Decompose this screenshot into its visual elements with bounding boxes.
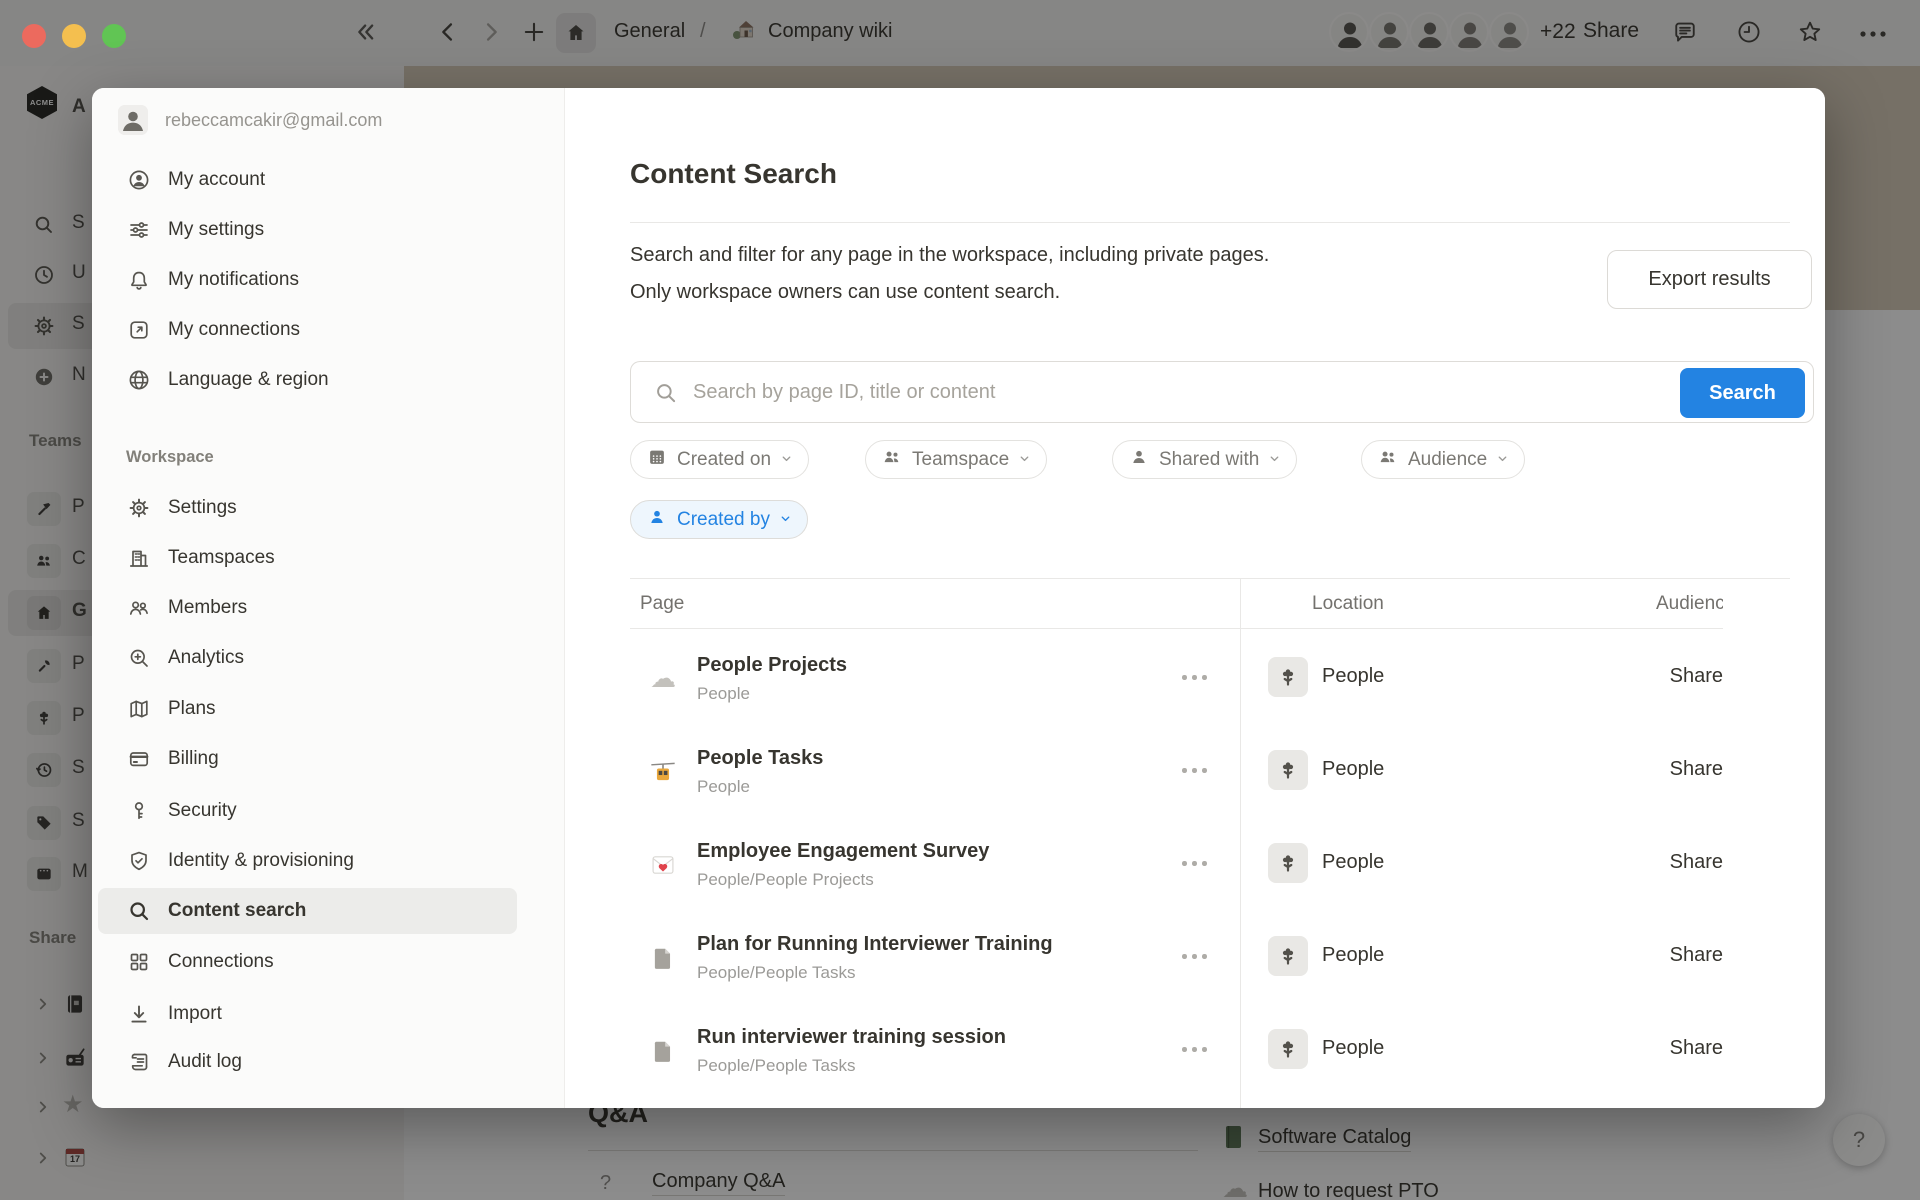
menu-item-language-region[interactable]: Language & region (92, 355, 565, 405)
filter-audience[interactable]: Audience (1361, 440, 1525, 479)
table-header-divider (630, 628, 1723, 629)
building-icon (126, 546, 152, 570)
search-button[interactable]: Search (1680, 368, 1805, 418)
column-header-audience[interactable]: Audience (1656, 593, 1723, 615)
page-title: Content Search (630, 158, 837, 190)
people-icon (881, 446, 903, 474)
chevron-down-icon (1018, 449, 1031, 471)
menu-item-identity-provisioning[interactable]: Identity & provisioning (92, 836, 565, 886)
column-header-page[interactable]: Page (640, 593, 684, 615)
chevron-down-icon (779, 509, 792, 531)
minimize-window-button[interactable] (62, 24, 86, 48)
table-row[interactable]: Employee Engagement Survey People/People… (630, 817, 1723, 910)
filter-created-on[interactable]: Created on (630, 440, 809, 479)
teamspace-flower-icon (1268, 750, 1308, 790)
search-bar: Search (630, 361, 1814, 423)
person-circle-icon (126, 168, 152, 192)
person-icon (646, 506, 668, 534)
teamspace-flower-icon (1268, 936, 1308, 976)
menu-item-plans[interactable]: Plans (92, 684, 565, 734)
table-row[interactable]: Run interviewer training session People/… (630, 1003, 1723, 1096)
table-row[interactable]: ☁ People Projects People People Share (630, 631, 1723, 724)
table-top-divider (630, 578, 1790, 579)
menu-item-audit-log[interactable]: Audit log (92, 1037, 565, 1087)
filter-created-by-active[interactable]: Created by (630, 500, 808, 539)
menu-item-my-settings[interactable]: My settings (92, 205, 565, 255)
analytics-search-icon (126, 646, 152, 670)
cloud-page-icon: ☁ (648, 664, 678, 694)
search-input[interactable] (693, 363, 1673, 421)
menu-section-workspace: Workspace (126, 448, 214, 467)
page-icon (648, 1036, 678, 1066)
screen: General / Company wiki +22 Share (0, 0, 1920, 1200)
sliders-icon (126, 218, 152, 242)
members-icon (126, 596, 152, 620)
menu-item-security[interactable]: Security (92, 786, 565, 836)
grid-icon (126, 950, 152, 974)
menu-item-content-search[interactable]: Content search (98, 888, 517, 934)
person-icon (1128, 446, 1150, 474)
account-header: rebeccamcakir@gmail.com (118, 105, 382, 135)
shield-check-icon (126, 849, 152, 873)
menu-item-billing[interactable]: Billing (92, 734, 565, 784)
close-window-button[interactable] (22, 24, 46, 48)
menu-item-import[interactable]: Import (92, 989, 565, 1039)
page-icon (648, 943, 678, 973)
content-search-panel: Content Search Search and filter for any… (565, 88, 1825, 1108)
filter-teamspace[interactable]: Teamspace (865, 440, 1047, 479)
bell-icon (126, 268, 152, 292)
page-description: Search and filter for any page in the wo… (630, 237, 1269, 311)
key-icon (126, 799, 152, 823)
scroll-icon (126, 1050, 152, 1074)
filter-shared-with[interactable]: Shared with (1112, 440, 1297, 479)
menu-item-settings[interactable]: Settings (92, 483, 565, 533)
settings-menu: rebeccamcakir@gmail.com My account My se… (92, 88, 565, 1108)
export-results-button[interactable]: Export results (1607, 250, 1812, 309)
teamspace-flower-icon (1268, 843, 1308, 883)
arrow-out-box-icon (126, 318, 152, 342)
chevron-down-icon (780, 449, 793, 471)
settings-modal: rebeccamcakir@gmail.com My account My se… (92, 88, 1825, 1108)
menu-item-members[interactable]: Members (92, 583, 565, 633)
account-avatar (118, 105, 148, 135)
menu-item-my-notifications[interactable]: My notifications (92, 255, 565, 305)
menu-item-teamspaces[interactable]: Teamspaces (92, 533, 565, 583)
chevron-down-icon (1496, 449, 1509, 471)
chevron-down-icon (1268, 449, 1281, 471)
menu-item-my-account[interactable]: My account (92, 155, 565, 205)
menu-item-analytics[interactable]: Analytics (92, 633, 565, 683)
calendar-icon (646, 446, 668, 474)
column-header-location[interactable]: Location (1312, 593, 1384, 615)
people-icon (1377, 446, 1399, 474)
tramway-page-icon (648, 757, 678, 787)
love-letter-page-icon (648, 850, 678, 880)
teamspace-flower-icon (1268, 1029, 1308, 1069)
map-icon (126, 697, 152, 721)
zoom-window-button[interactable] (102, 24, 126, 48)
credit-card-icon (126, 747, 152, 771)
gear-icon (126, 496, 152, 520)
teamspace-flower-icon (1268, 657, 1308, 697)
globe-icon (126, 368, 152, 392)
title-divider (630, 222, 1790, 223)
table-row[interactable]: People Tasks People People Share (630, 724, 1723, 817)
search-icon (653, 380, 679, 411)
menu-item-my-connections[interactable]: My connections (92, 305, 565, 355)
import-arrow-icon (126, 1002, 152, 1026)
search-icon (126, 899, 152, 923)
table-row[interactable]: Plan for Running Interviewer Training Pe… (630, 910, 1723, 1003)
menu-item-connections[interactable]: Connections (92, 937, 565, 987)
account-email: rebeccamcakir@gmail.com (165, 110, 382, 131)
